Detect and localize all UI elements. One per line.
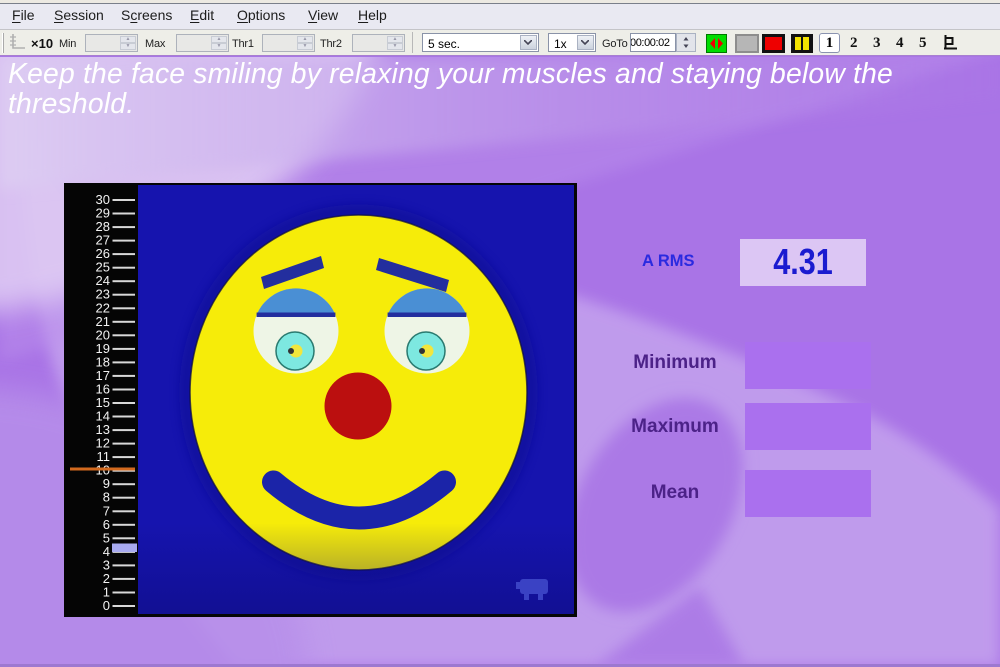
svg-text:19: 19 (96, 341, 110, 356)
svg-text:8: 8 (103, 490, 110, 505)
svg-text:20: 20 (96, 327, 110, 342)
svg-text:0: 0 (103, 598, 110, 613)
svg-text:5: 5 (103, 530, 110, 545)
svg-text:25: 25 (96, 260, 110, 275)
svg-text:2: 2 (103, 571, 110, 586)
svg-text:13: 13 (96, 422, 110, 437)
svg-text:6: 6 (103, 517, 110, 532)
svg-text:11: 11 (97, 449, 111, 464)
svg-text:17: 17 (96, 368, 110, 383)
svg-text:4: 4 (103, 544, 110, 559)
svg-text:18: 18 (96, 354, 110, 369)
svg-text:28: 28 (96, 219, 110, 234)
svg-text:3: 3 (103, 557, 110, 572)
svg-text:14: 14 (96, 409, 110, 424)
svg-text:24: 24 (96, 273, 110, 288)
svg-text:12: 12 (96, 436, 110, 451)
svg-text:16: 16 (96, 382, 110, 397)
svg-text:7: 7 (103, 503, 110, 518)
svg-text:1: 1 (103, 585, 110, 600)
svg-text:30: 30 (96, 192, 110, 207)
svg-text:23: 23 (96, 287, 110, 302)
svg-text:9: 9 (103, 476, 110, 491)
svg-text:27: 27 (96, 233, 110, 248)
svg-text:29: 29 (96, 206, 110, 221)
svg-text:22: 22 (96, 300, 110, 315)
svg-text:15: 15 (96, 395, 110, 410)
svg-text:26: 26 (96, 246, 110, 261)
svg-text:21: 21 (96, 314, 110, 329)
